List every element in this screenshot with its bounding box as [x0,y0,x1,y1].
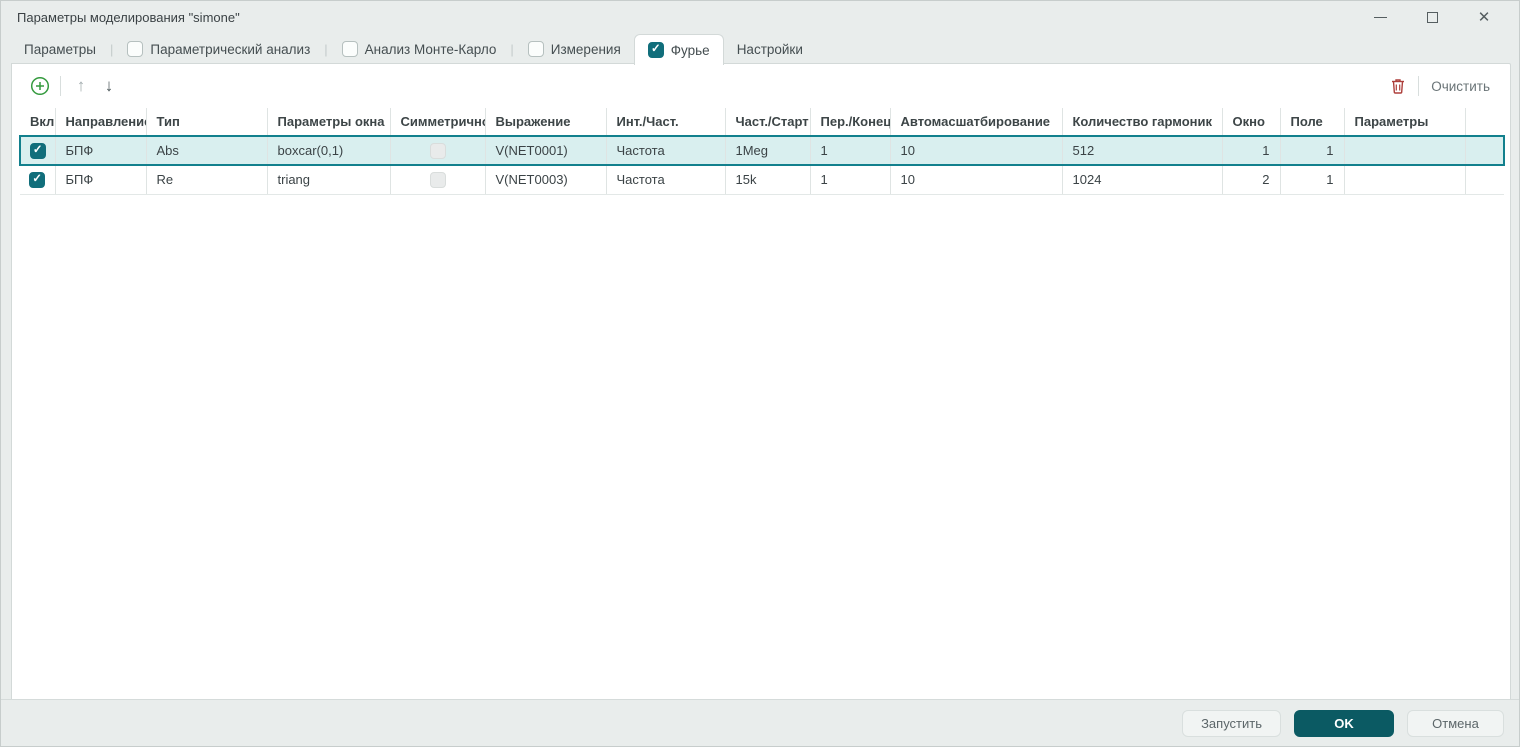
window-controls: ✕ [1369,7,1503,29]
minimize-icon [1373,17,1387,18]
column-header: Автомасшатбирование [890,108,1063,136]
cell-window-index[interactable]: 1 [1222,135,1281,166]
table-header-row: Вкл.НаправлениеТипПараметры окнаСимметри… [20,108,1504,136]
symmetric-cell [390,135,486,166]
tab-bar: Параметры | Параметрический анализ | Анализ … [11,34,1509,65]
toolbar-separator [60,76,61,96]
symmetric-cell [390,165,486,195]
circle-plus-icon [30,76,50,96]
title-bar: Параметры моделирования "simone" ✕ [1,1,1519,34]
move-up-button[interactable]: ↑ [67,72,95,100]
column-header-empty [1465,108,1504,136]
add-row-button[interactable] [26,72,54,100]
tab-1[interactable]: Параметры [11,34,109,64]
tab-label: Настройки [736,41,803,57]
symmetric-checkbox[interactable] [429,142,446,159]
cell-window-index[interactable]: 2 [1222,165,1281,195]
tab-label: Фурье [670,42,710,58]
column-header: Окно [1222,108,1281,136]
symmetric-checkbox[interactable] [429,172,446,189]
cell-direction[interactable]: БПФ [55,165,147,195]
close-icon: ✕ [1477,9,1491,26]
cell-expression[interactable]: V(NET0001) [485,135,607,166]
cell-trailing-empty [1465,165,1504,195]
cell-field-index[interactable]: 1 [1280,165,1345,195]
unchecked-checkbox-icon[interactable] [341,41,358,57]
arrow-up-icon: ↑ [76,76,86,95]
tab-label: Измерения [550,41,621,57]
run-button[interactable]: Запустить [1182,709,1281,737]
cell-expression[interactable]: V(NET0003) [485,165,607,195]
tab-6[interactable]: Настройки [724,34,816,64]
unchecked-checkbox-icon[interactable] [527,41,544,57]
cell-direction[interactable]: БПФ [55,135,147,166]
cell-period-end[interactable]: 1 [810,165,891,195]
cell-window-params[interactable]: boxcar(0,1) [267,135,391,166]
fourier-table-wrap: Вкл.НаправлениеТипПараметры окнаСимметри… [12,108,1510,195]
enabled-cell [20,165,56,195]
cell-autoscale[interactable]: 10 [890,165,1063,195]
enabled-checkbox[interactable] [29,142,46,159]
unchecked-checkbox-icon[interactable] [127,41,144,57]
window-title: Параметры моделирования "simone" [17,10,240,25]
cancel-button[interactable]: Отмена [1407,709,1504,737]
fourier-table: Вкл.НаправлениеТипПараметры окнаСимметри… [19,108,1505,195]
column-header: Поле [1280,108,1345,136]
tab-label: Параметрический анализ [150,41,311,57]
column-header: Пер./Конец [810,108,891,136]
minimize-button[interactable] [1369,7,1391,29]
cell-freq-start[interactable]: 15k [725,165,811,195]
cell-freq-start[interactable]: 1Meg [725,135,811,166]
column-header: Направление [55,108,147,136]
cell-interval-freq[interactable]: Частота [606,135,726,166]
tab-label: Параметры [24,41,96,57]
tab-2[interactable]: Параметрический анализ [114,34,323,64]
tab-label: Анализ Монте-Карло [364,41,497,57]
column-header: Количество гармоник [1062,108,1223,136]
tab-5[interactable]: Фурье [633,34,724,65]
cell-parameters[interactable] [1344,135,1466,166]
tab-3[interactable]: Анализ Монте-Карло [329,34,510,64]
column-header: Част./Старт [725,108,811,136]
tab-4[interactable]: Измерения [515,34,634,64]
column-header: Параметры окна [267,108,391,136]
toolbar-separator [1418,76,1420,96]
checked-checkbox-icon[interactable] [647,42,664,58]
column-header: Инт./Част. [606,108,726,136]
close-button[interactable]: ✕ [1473,7,1495,29]
cell-type[interactable]: Abs [146,135,268,166]
column-header: Параметры [1344,108,1466,136]
cell-autoscale[interactable]: 10 [890,135,1063,166]
delete-row-button[interactable] [1384,72,1412,100]
enabled-checkbox[interactable] [29,172,46,189]
cell-parameters[interactable] [1344,165,1466,195]
cell-harmonics-count[interactable]: 512 [1062,135,1223,166]
cell-field-index[interactable]: 1 [1280,135,1345,166]
clear-button[interactable]: Очистить [1425,79,1496,94]
arrow-down-icon: ↓ [104,76,114,95]
table-toolbar: ↑ ↓ Очистить [12,64,1510,108]
trash-icon [1392,79,1405,94]
cell-harmonics-count[interactable]: 1024 [1062,165,1223,195]
ok-button[interactable]: OK [1294,709,1394,737]
dialog-footer: Запустить OK Отмена [1,699,1519,746]
column-header: Выражение [485,108,607,136]
column-header: Симметрично [390,108,486,136]
table-row[interactable]: БПФAbsboxcar(0,1)V(NET0001)Частота1Meg11… [19,135,1505,166]
cell-period-end[interactable]: 1 [810,135,891,166]
maximize-button[interactable] [1421,7,1443,29]
table-row[interactable]: БПФRetriangV(NET0003)Частота15k110102421 [20,165,1504,195]
column-header: Вкл. [20,108,56,136]
maximize-icon [1426,12,1438,23]
move-down-button[interactable]: ↓ [95,72,123,100]
fourier-tab-panel: ↑ ↓ Очистить Вкл.Н [11,63,1511,701]
enabled-cell [19,135,56,166]
cell-window-params[interactable]: triang [267,165,391,195]
cell-trailing-empty [1465,135,1505,166]
cell-interval-freq[interactable]: Частота [606,165,726,195]
cell-type[interactable]: Re [146,165,268,195]
column-header: Тип [146,108,268,136]
